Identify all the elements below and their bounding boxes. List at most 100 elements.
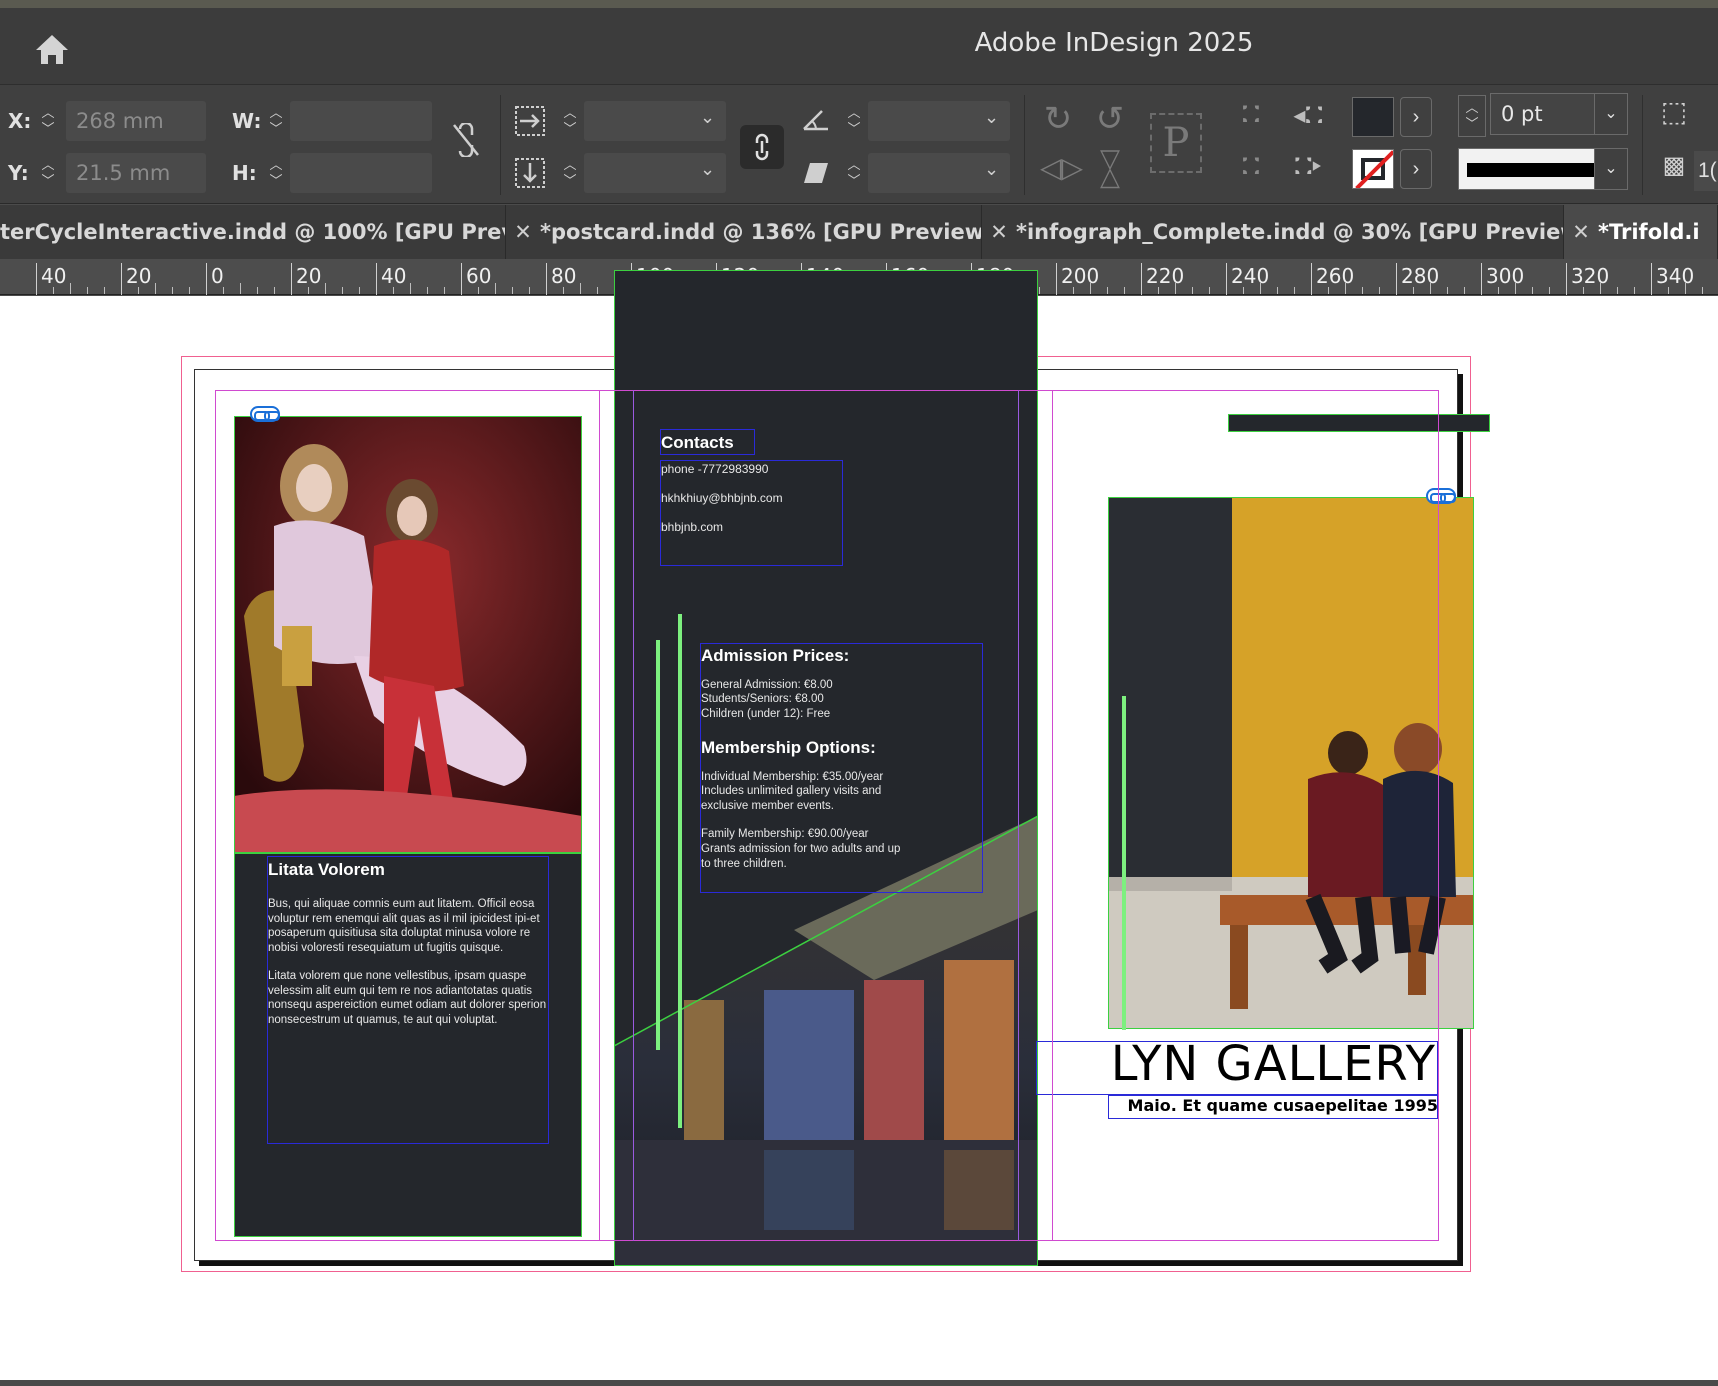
y-field[interactable]: 21.5 mm <box>66 153 206 193</box>
tab-trifold[interactable]: ✕ *Trifold.i <box>1564 205 1718 259</box>
column-guide <box>599 390 600 1241</box>
h-stepper[interactable]: ︿ ﹀ <box>262 153 290 193</box>
ruler-minor-tick <box>240 283 241 294</box>
stroke-weight-stepper[interactable]: ︿ ﹀ <box>1458 95 1486 137</box>
ruler-minor-tick <box>1634 287 1635 294</box>
scale-y-icon[interactable] <box>514 157 546 189</box>
ruler-tick-label: 300 <box>1481 263 1524 295</box>
rotate-counterclockwise-icon[interactable]: ↺ <box>1092 99 1128 139</box>
select-next-object-icon[interactable]: ⛚▸ <box>1288 153 1328 181</box>
document-canvas[interactable]: Litata Volorem Bus, qui aliquae comnis e… <box>0 270 1718 1380</box>
tab-infograph[interactable]: ✕ *infograph_Complete.indd @ 30% [GPU Pre… <box>982 205 1564 259</box>
close-icon[interactable]: ✕ <box>982 205 1016 259</box>
ruler-minor-tick <box>512 287 513 294</box>
ruler-minor-tick <box>1668 287 1669 294</box>
ruler-tick-label: 340 <box>1651 263 1694 295</box>
ruler-minor-tick <box>1073 287 1074 294</box>
column-guide <box>1052 390 1053 1241</box>
ruler-minor-tick <box>1243 287 1244 294</box>
h-label: H: <box>232 161 257 185</box>
select-container-icon[interactable]: ⛚ <box>1234 101 1268 129</box>
ruler-minor-tick <box>1498 287 1499 294</box>
x-stepper[interactable]: ︿ ﹀ <box>34 101 62 141</box>
ruler-minor-tick <box>325 283 326 294</box>
ruler-minor-tick <box>1379 287 1380 294</box>
control-panel: X: ︿ ﹀ 268 mm Y: ︿ ﹀ 21.5 mm W: ︿ ﹀ H: ︿ ﹀ ︿… <box>0 84 1718 204</box>
ruler-minor-tick <box>1260 283 1261 294</box>
scale-y-stepper[interactable]: ︿ ﹀ <box>556 153 584 193</box>
close-icon[interactable]: ✕ <box>506 205 540 259</box>
ruler-minor-tick <box>1362 287 1363 294</box>
ruler-minor-tick <box>1039 287 1040 294</box>
rotate-angle-icon <box>803 110 828 131</box>
reference-point-p-icon[interactable]: P <box>1150 113 1202 173</box>
chevron-down-icon[interactable]: ⌄ <box>984 159 999 180</box>
ruler-minor-tick <box>1209 287 1210 294</box>
ruler-tick-label: 0 <box>206 263 224 295</box>
stroke-weight-dropdown[interactable]: ⌄ <box>1594 93 1628 135</box>
separator <box>1024 95 1025 195</box>
ruler-tick-label: 260 <box>1311 263 1354 295</box>
status-bar <box>0 1380 1718 1386</box>
ruler-minor-tick <box>70 283 71 294</box>
scale-x-stepper[interactable]: ︿ ﹀ <box>556 101 584 141</box>
tab-label: *postcard.indd @ 136% [GPU Preview] <box>540 220 982 244</box>
rotate-clockwise-icon[interactable]: ↻ <box>1040 99 1076 139</box>
ruler-minor-tick <box>274 287 275 294</box>
ruler-minor-tick <box>172 287 173 294</box>
ruler-minor-tick <box>1430 283 1431 294</box>
ruler-minor-tick <box>189 287 190 294</box>
w-stepper[interactable]: ︿ ﹀ <box>262 101 290 141</box>
shear-stepper[interactable]: ︿ ﹀ <box>840 153 868 193</box>
fill-menu-button[interactable]: › <box>1400 97 1432 137</box>
w-field[interactable] <box>290 101 432 141</box>
stroke-menu-button[interactable]: › <box>1400 149 1432 189</box>
scale-x-icon[interactable] <box>514 105 546 137</box>
ruler-minor-tick <box>478 287 479 294</box>
tab-label: *infograph_Complete.indd @ 30% [GPU Prev… <box>1016 220 1564 244</box>
frame-fitting-icon[interactable]: ⬚ <box>1656 95 1692 128</box>
ruler-minor-tick <box>1600 283 1601 294</box>
x-field[interactable]: 268 mm <box>66 101 206 141</box>
x-label: X: <box>8 109 32 133</box>
opacity-icon[interactable]: ▩ <box>1656 151 1692 180</box>
rotate-stepper[interactable]: ︿ ﹀ <box>840 101 868 141</box>
ruler-minor-tick <box>495 283 496 294</box>
stroke-type-chevron[interactable]: ⌄ <box>1594 148 1628 190</box>
chevron-down-icon[interactable]: ⌄ <box>700 107 715 128</box>
ruler-minor-tick <box>1702 287 1703 294</box>
ruler-minor-tick <box>359 287 360 294</box>
chevron-down-icon[interactable]: ⌄ <box>984 107 999 128</box>
app-title: Adobe InDesign 2025 <box>974 28 1254 58</box>
ruler-minor-tick <box>342 287 343 294</box>
column-guide <box>1018 390 1019 1241</box>
ruler-tick-label: 220 <box>1141 263 1184 295</box>
flip-horizontal-icon[interactable]: ◁▷ <box>1040 151 1083 184</box>
title-bar: Adobe InDesign 2025 <box>0 0 1718 84</box>
ruler-minor-tick <box>580 283 581 294</box>
tab-postcard[interactable]: ✕ *postcard.indd @ 136% [GPU Preview] <box>506 205 982 259</box>
select-previous-object-icon[interactable]: ◂⛚ <box>1288 101 1328 130</box>
ruler-minor-tick <box>1549 287 1550 294</box>
ruler-tick-label: 40 <box>376 263 406 295</box>
h-field[interactable] <box>290 153 432 193</box>
fill-swatch[interactable] <box>1352 97 1394 137</box>
shear-icon <box>804 163 828 183</box>
tab-tercycleinteractive[interactable]: terCycleInteractive.indd @ 100% [GPU Pre… <box>0 205 506 259</box>
ruler-minor-tick <box>1685 283 1686 294</box>
ruler-tick-label: 200 <box>1056 263 1099 295</box>
constrain-proportions-icon[interactable] <box>452 123 480 157</box>
ruler-minor-tick <box>104 287 105 294</box>
close-icon[interactable]: ✕ <box>1564 205 1598 259</box>
flip-vertical-icon[interactable]: ▽ △ <box>1092 145 1128 189</box>
constrain-scale-button[interactable] <box>740 125 784 169</box>
opacity-field[interactable]: 1( <box>1694 151 1718 191</box>
ruler-minor-tick <box>597 287 598 294</box>
ruler-minor-tick <box>1532 287 1533 294</box>
select-content-icon[interactable]: ⛚ <box>1234 153 1268 181</box>
chevron-down-icon[interactable]: ⌄ <box>700 159 715 180</box>
y-stepper[interactable]: ︿ ﹀ <box>34 153 62 193</box>
stroke-swatch[interactable] <box>1352 149 1394 189</box>
ruler-minor-tick <box>1124 287 1125 294</box>
ruler-tick-label: 40 <box>36 263 66 295</box>
